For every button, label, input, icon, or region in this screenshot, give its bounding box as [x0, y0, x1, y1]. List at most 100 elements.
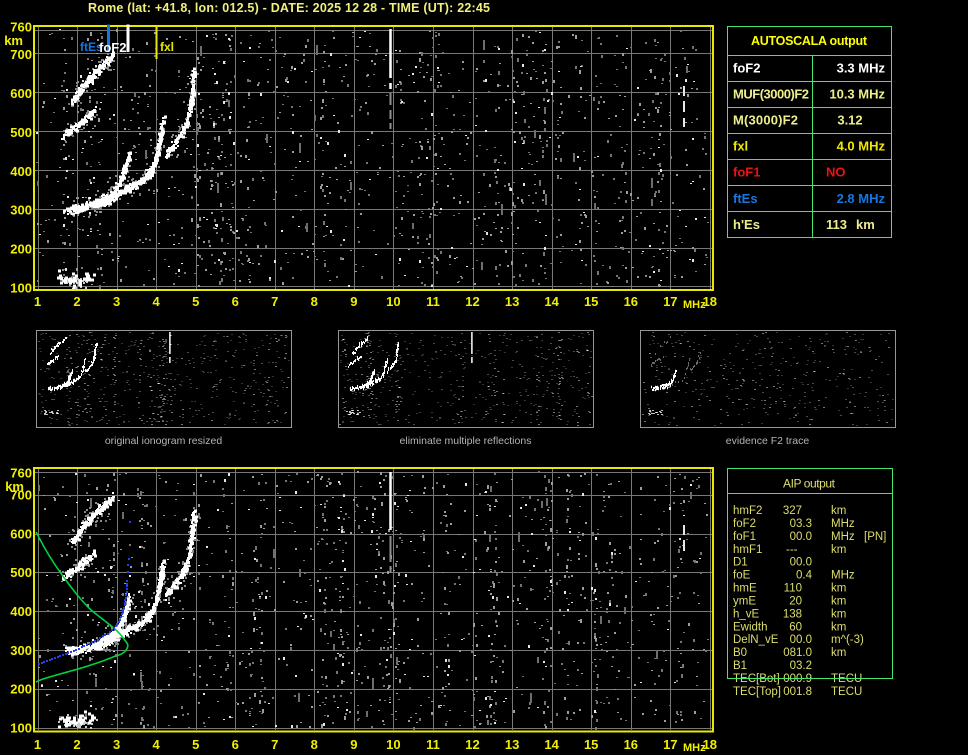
svg-text:16: 16: [624, 737, 638, 752]
svg-text:hmF2: hmF2: [733, 505, 762, 517]
svg-text:original ionogram resized: original ionogram resized: [105, 435, 222, 447]
svg-text:16: 16: [624, 294, 638, 309]
svg-text:00.0: 00.0: [790, 634, 812, 646]
svg-text:foF2: foF2: [733, 61, 760, 76]
svg-text:500: 500: [10, 565, 32, 580]
svg-text:foE: foE: [733, 570, 751, 582]
svg-text:700: 700: [10, 47, 32, 62]
svg-text:00.0: 00.0: [790, 557, 812, 569]
svg-text:8: 8: [311, 737, 318, 752]
svg-text:4.0 MHz: 4.0 MHz: [837, 139, 886, 154]
svg-text:081.0: 081.0: [783, 647, 812, 659]
svg-text:1: 1: [34, 737, 41, 752]
svg-text:Rome (lat: +41.8, lon: 012.5): Rome (lat: +41.8, lon: 012.5) - DATE: 20…: [88, 1, 490, 15]
svg-text:3: 3: [113, 294, 120, 309]
svg-text:200: 200: [10, 682, 32, 697]
svg-text:km: km: [831, 544, 846, 556]
svg-text:8: 8: [311, 294, 318, 309]
svg-text:600: 600: [10, 526, 32, 541]
svg-text:13: 13: [505, 737, 519, 752]
svg-text:20: 20: [789, 595, 802, 607]
svg-text:ftEs: ftEs: [733, 191, 758, 206]
svg-text:km: km: [831, 621, 846, 633]
svg-text:km: km: [831, 647, 846, 659]
svg-text:1: 1: [34, 294, 41, 309]
svg-text:TECU: TECU: [831, 686, 862, 698]
svg-text:03.3: 03.3: [790, 518, 812, 530]
svg-text:km: km: [831, 595, 846, 607]
svg-text:00.0: 00.0: [790, 531, 812, 543]
svg-text:60: 60: [789, 621, 802, 633]
svg-text:---: ---: [786, 544, 798, 556]
svg-text:AIP output: AIP output: [783, 477, 836, 491]
svg-text:foF1: foF1: [733, 531, 756, 543]
svg-text:5: 5: [192, 737, 199, 752]
svg-text:12: 12: [465, 294, 479, 309]
svg-text:Ewidth: Ewidth: [733, 621, 768, 633]
svg-text:200: 200: [10, 242, 32, 257]
svg-text:10: 10: [386, 737, 400, 752]
svg-text:100: 100: [10, 720, 32, 735]
svg-text:MHz: MHz: [683, 299, 706, 311]
svg-text:2: 2: [73, 737, 80, 752]
svg-text:TEC[Top]: TEC[Top]: [733, 686, 781, 698]
svg-text:ymE: ymE: [733, 595, 756, 607]
svg-text:400: 400: [10, 604, 32, 619]
svg-text:7: 7: [271, 294, 278, 309]
svg-text:6: 6: [232, 737, 239, 752]
svg-text:foF2: foF2: [733, 518, 756, 530]
svg-text:eliminate multiple reflections: eliminate multiple reflections: [400, 435, 532, 447]
svg-text:400: 400: [10, 164, 32, 179]
svg-text:hmF1: hmF1: [733, 544, 762, 556]
svg-text:NO: NO: [826, 165, 846, 180]
svg-text:DelN_vE: DelN_vE: [733, 634, 779, 646]
svg-text:12: 12: [465, 737, 479, 752]
svg-text:600: 600: [10, 86, 32, 101]
svg-text:MHz: MHz: [831, 531, 855, 543]
svg-text:001.8: 001.8: [783, 686, 812, 698]
svg-text:4: 4: [152, 294, 160, 309]
svg-text:MHz: MHz: [831, 570, 855, 582]
svg-text:14: 14: [544, 294, 559, 309]
svg-text:3.12: 3.12: [837, 113, 862, 128]
svg-text:foF2: foF2: [99, 40, 126, 55]
svg-text:fxl: fxl: [160, 40, 174, 54]
svg-text:hmE: hmE: [733, 583, 757, 595]
svg-text:m^(-3): m^(-3): [831, 634, 864, 646]
svg-text:5: 5: [192, 294, 199, 309]
svg-text:MHz: MHz: [831, 518, 855, 530]
svg-text:evidence F2 trace: evidence F2 trace: [726, 435, 810, 447]
svg-text:03.2: 03.2: [790, 660, 812, 672]
svg-text:13: 13: [505, 294, 519, 309]
svg-text:km: km: [4, 33, 23, 48]
svg-text:7: 7: [271, 737, 278, 752]
svg-text:10.3 MHz: 10.3 MHz: [829, 87, 885, 102]
svg-text:3: 3: [113, 737, 120, 752]
svg-text:AUTOSCALA output: AUTOSCALA output: [751, 34, 868, 48]
svg-text:300: 300: [10, 643, 32, 658]
svg-text:113: 113: [826, 217, 847, 232]
svg-text:9: 9: [350, 294, 357, 309]
svg-text:km: km: [831, 608, 846, 620]
svg-text:MUF(3000)F2: MUF(3000)F2: [733, 87, 809, 102]
svg-text:km: km: [831, 583, 846, 595]
svg-text:km: km: [856, 217, 875, 232]
svg-text:17: 17: [663, 737, 677, 752]
svg-text:h'Es: h'Es: [733, 217, 760, 232]
svg-text:300: 300: [10, 203, 32, 218]
svg-text:110: 110: [784, 583, 802, 595]
svg-text:6: 6: [232, 294, 239, 309]
svg-text:500: 500: [10, 125, 32, 140]
svg-text:h_vE: h_vE: [733, 608, 760, 620]
svg-text:MHz: MHz: [683, 742, 706, 754]
svg-text:[PN]: [PN]: [864, 531, 886, 543]
svg-text:foF1: foF1: [733, 165, 760, 180]
svg-text:km: km: [831, 505, 846, 517]
svg-text:D1: D1: [733, 557, 748, 569]
svg-text:138: 138: [783, 608, 802, 620]
svg-text:2.8 MHz: 2.8 MHz: [837, 191, 886, 206]
svg-text:17: 17: [663, 294, 677, 309]
svg-text:M(3000)F2: M(3000)F2: [733, 113, 798, 128]
svg-text:100: 100: [10, 281, 32, 296]
svg-text:11: 11: [426, 294, 440, 309]
